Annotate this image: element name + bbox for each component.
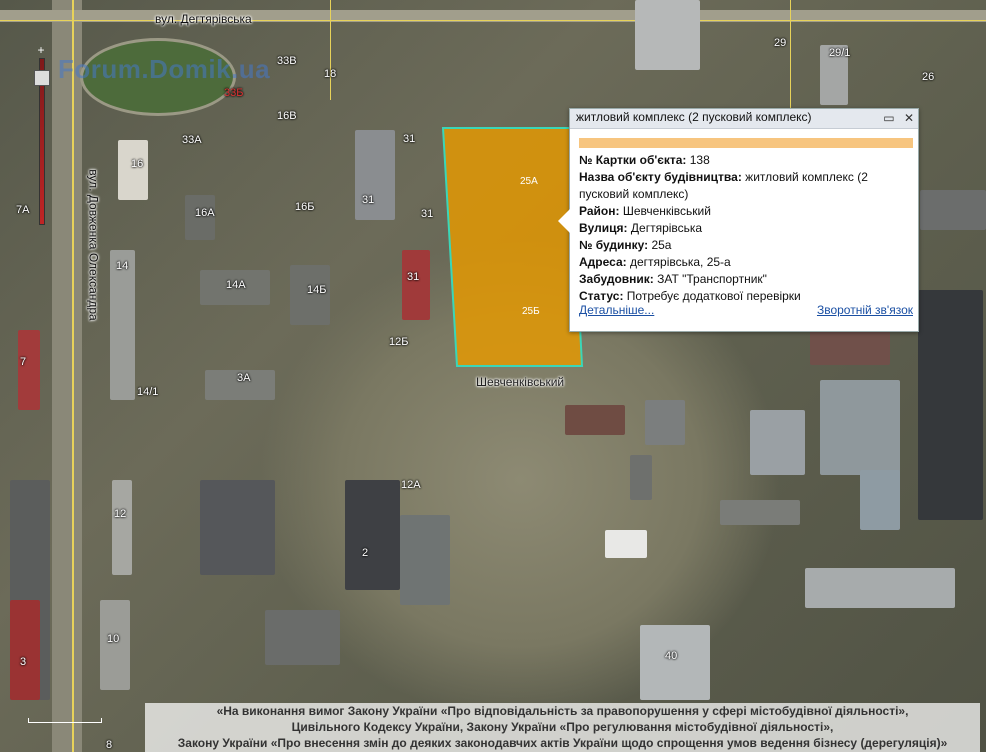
field-object-name: Назва об'єкту будівництва: житловий комп… [579, 170, 868, 201]
zoom-slider[interactable]: + [34, 44, 50, 225]
scale-bar [28, 718, 102, 723]
maximize-icon[interactable]: ▭ [883, 111, 894, 125]
plot-number-25b: 25Б [522, 306, 540, 317]
popup-header: житловий комплекс (2 пусковий комплекс) … [570, 109, 918, 129]
zoom-in-icon[interactable]: + [34, 44, 48, 56]
field-address: Адреса: дегтярівська, 25-а [579, 255, 731, 269]
status-color-bar [579, 138, 913, 148]
field-street: Вулиця: Дегтярівська [579, 221, 703, 235]
object-info-popup: житловий комплекс (2 пусковий комплекс) … [558, 108, 919, 332]
legal-line: Цивільного Кодексу України, Закону Украї… [291, 720, 834, 734]
close-icon[interactable]: ✕ [904, 111, 914, 125]
field-district: Район: Шевченківський [579, 204, 711, 218]
popup-title: житловий комплекс (2 пусковий комплекс) [576, 110, 812, 124]
popup-body: № Картки об'єкта: 138 Назва об'єкту буді… [570, 152, 918, 305]
construction-plot-polygon[interactable] [441, 127, 584, 367]
field-card-number: № Картки об'єкта: 138 [579, 153, 710, 167]
plot-number-25a: 25А [520, 176, 538, 187]
legal-notice: «На виконання вимог Закону України «Про … [145, 703, 980, 752]
field-developer: Забудовник: ЗАТ "Транспортник" [579, 272, 767, 286]
district-label: Шевченківський [476, 375, 565, 389]
feedback-link[interactable]: Зворотній зв'язок [817, 303, 913, 317]
legal-line: «На виконання вимог Закону України «Про … [216, 704, 909, 718]
zoom-handle[interactable] [34, 70, 50, 86]
popup-links: Детальніше... Зворотній зв'язок [579, 303, 913, 317]
field-house-number: № будинку: 25а [579, 238, 672, 252]
legal-line: Закону України «Про внесення змін до дея… [177, 736, 948, 750]
details-link[interactable]: Детальніше... [579, 303, 654, 317]
popup-pointer [558, 209, 570, 233]
